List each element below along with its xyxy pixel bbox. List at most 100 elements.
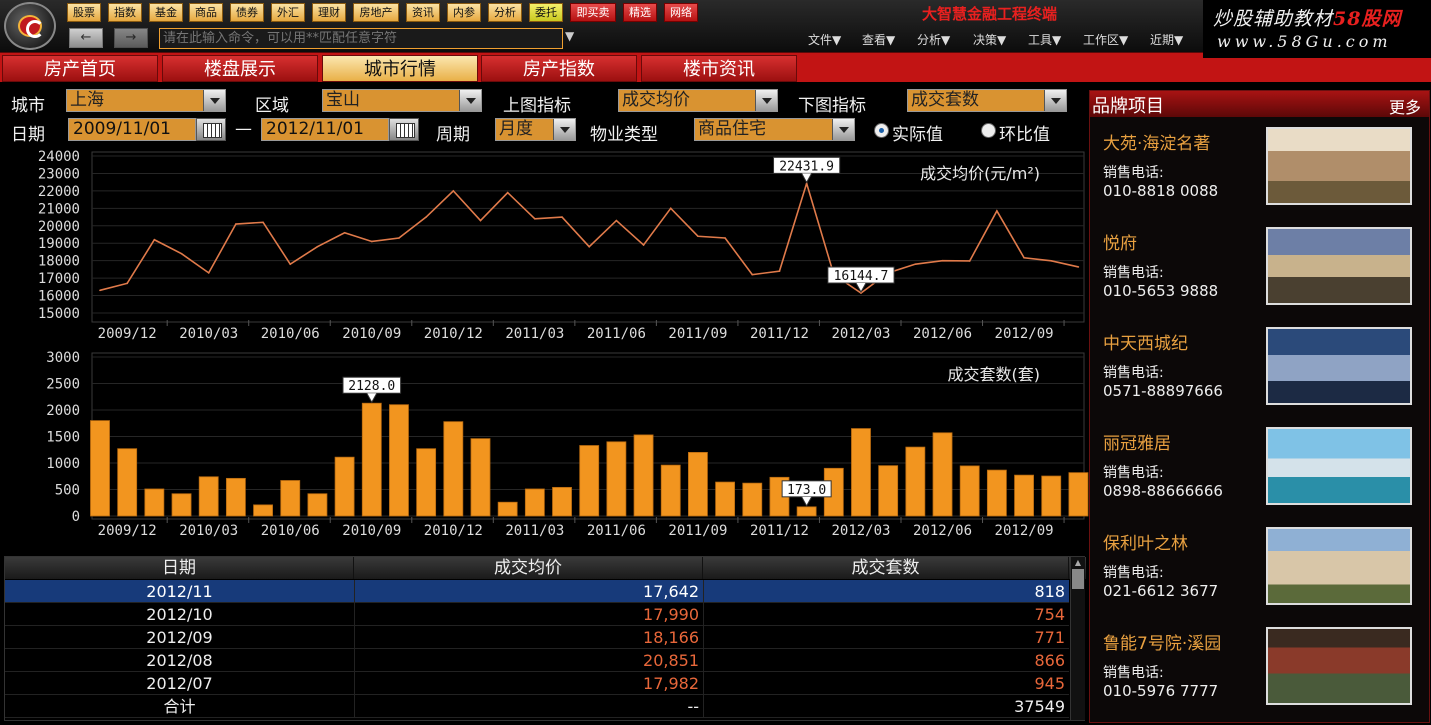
menu-file[interactable]: 文件▼: [808, 31, 841, 48]
menu-button-fund[interactable]: 基金: [149, 3, 183, 22]
project-name[interactable]: 保利叶之林: [1103, 529, 1188, 554]
menu-workspace[interactable]: 工作区▼: [1083, 31, 1128, 48]
chevron-down-icon[interactable]: [1044, 90, 1066, 111]
date-to-input[interactable]: 2012/11/01: [261, 118, 389, 141]
menu-button-forex[interactable]: 外汇: [271, 3, 305, 22]
chevron-down-icon[interactable]: [755, 90, 777, 111]
menu-button-news[interactable]: 资讯: [406, 3, 440, 22]
x-tick-label: 2010/12: [424, 523, 483, 539]
menu-recent[interactable]: 近期▼: [1150, 31, 1183, 48]
menu-button-stocks[interactable]: 股票: [67, 3, 101, 22]
project-image[interactable]: [1266, 327, 1412, 405]
project-item[interactable]: 保利叶之林 销售电话: 021-6612 3677: [1090, 525, 1429, 625]
table-row[interactable]: 2012/07 17,982 945: [5, 672, 1069, 695]
menu-button-trade[interactable]: 委托: [529, 3, 563, 22]
tab-realestate-index[interactable]: 房产指数: [481, 55, 637, 82]
calendar-icon[interactable]: [196, 118, 226, 141]
lower-indicator-select[interactable]: 成交套数: [907, 89, 1067, 112]
count-bar: [1068, 472, 1089, 517]
back-arrow-icon[interactable]: ←: [69, 28, 103, 48]
project-item[interactable]: 丽冠雅居 销售电话: 0898-88666666: [1090, 425, 1429, 525]
table-row[interactable]: 2012/08 20,851 866: [5, 649, 1069, 672]
menu-tools[interactable]: 工具▼: [1028, 31, 1061, 48]
x-tick-label: 2012/06: [913, 523, 972, 539]
project-name[interactable]: 鲁能7号院·溪园: [1103, 629, 1221, 654]
x-tick-label: 2010/03: [179, 326, 238, 342]
menu-view[interactable]: 查看▼: [862, 31, 895, 48]
project-image[interactable]: [1266, 527, 1412, 605]
forward-arrow-icon[interactable]: →: [114, 28, 148, 48]
count-bar: [715, 481, 736, 517]
menu-button-bond[interactable]: 债券: [230, 3, 264, 22]
phone-label: 销售电话:: [1103, 265, 1164, 281]
project-item[interactable]: 中天西城纪 销售电话: 0571-88897666: [1090, 325, 1429, 425]
menu-button-select[interactable]: 精选: [623, 3, 657, 22]
tab-market-news[interactable]: 楼市资讯: [641, 55, 797, 82]
chevron-down-icon[interactable]: [832, 119, 854, 140]
menu-button-network[interactable]: 网络: [664, 3, 698, 22]
city-select[interactable]: 上海: [66, 89, 226, 112]
menu-analysis[interactable]: 分析▼: [917, 31, 950, 48]
line-point: [968, 260, 971, 262]
annotation-label: 16144.7: [834, 269, 889, 284]
app-logo-icon[interactable]: [4, 2, 56, 50]
column-header-count[interactable]: 成交套数: [703, 557, 1069, 579]
chevron-down-icon[interactable]: [459, 90, 481, 111]
command-dropdown-icon[interactable]: ▼: [565, 29, 574, 43]
radio-mom-value[interactable]: [981, 123, 996, 138]
menu-button-insider[interactable]: 内参: [447, 3, 481, 22]
column-header-date[interactable]: 日期: [5, 557, 354, 579]
project-name[interactable]: 悦府: [1103, 229, 1137, 254]
tab-realestate-home[interactable]: 房产首页: [2, 55, 158, 82]
cell-date: 2012/09: [146, 628, 213, 647]
menu-button-commodity[interactable]: 商品: [189, 3, 223, 22]
menu-button-finance[interactable]: 理财: [312, 3, 346, 22]
menu-button-buy-sell[interactable]: 即买卖: [570, 3, 616, 22]
menu-decision[interactable]: 决策▼: [973, 31, 1006, 48]
menu-button-realestate[interactable]: 房地产: [353, 3, 399, 22]
table-row[interactable]: 2012/09 18,166 771: [5, 626, 1069, 649]
count-bar: [389, 404, 409, 517]
radio-actual-value[interactable]: [874, 123, 889, 138]
project-image[interactable]: [1266, 627, 1412, 705]
district-select[interactable]: 宝山: [322, 89, 482, 112]
scroll-up-icon[interactable]: ▲: [1072, 558, 1084, 568]
project-item[interactable]: 悦府 销售电话: 010-5653 9888: [1090, 225, 1429, 325]
table-row[interactable]: 2012/10 17,990 754: [5, 603, 1069, 626]
table-scrollbar[interactable]: ▲: [1070, 557, 1085, 720]
column-header-price[interactable]: 成交均价: [354, 557, 703, 579]
period-select[interactable]: 月度: [495, 118, 576, 141]
project-item[interactable]: 大苑·海淀名著 销售电话: 010-8818 0088: [1090, 125, 1429, 225]
project-image[interactable]: [1266, 427, 1412, 505]
table-row[interactable]: 2012/11 17,642 818: [5, 580, 1069, 603]
line-point: [479, 219, 482, 222]
x-tick-label: 2011/12: [750, 523, 809, 539]
tab-city-market[interactable]: 城市行情: [322, 55, 478, 82]
phone-number: 0571-88897666: [1103, 382, 1223, 400]
x-tick-label: 2011/12: [750, 326, 809, 342]
phone-label: 销售电话:: [1103, 665, 1164, 681]
count-bar: [117, 448, 138, 517]
calendar-icon[interactable]: [389, 118, 419, 141]
chevron-down-icon[interactable]: [203, 90, 225, 111]
project-name[interactable]: 大苑·海淀名著: [1103, 129, 1210, 154]
project-item[interactable]: 鲁能7号院·溪园 销售电话: 010-5976 7777: [1090, 625, 1429, 725]
chart-title: 成交均价(元/m²): [920, 164, 1040, 183]
tab-property-show[interactable]: 楼盘展示: [162, 55, 318, 82]
command-input[interactable]: [159, 28, 563, 49]
chevron-down-icon[interactable]: [553, 119, 575, 140]
line-point: [996, 210, 998, 212]
project-name[interactable]: 丽冠雅居: [1103, 429, 1171, 454]
menu-button-analysis[interactable]: 分析: [488, 3, 522, 22]
property-type-select[interactable]: 商品住宅: [694, 118, 855, 141]
menu-button-index[interactable]: 指数: [108, 3, 142, 22]
project-name[interactable]: 中天西城纪: [1103, 329, 1188, 354]
project-image[interactable]: [1266, 227, 1412, 305]
more-link[interactable]: 更多: [1389, 94, 1421, 118]
phone-label: 销售电话:: [1103, 565, 1164, 581]
project-image[interactable]: [1266, 127, 1412, 205]
scroll-thumb[interactable]: [1072, 569, 1084, 589]
count-bar: [796, 506, 817, 517]
upper-indicator-select[interactable]: 成交均价: [618, 89, 778, 112]
date-from-input[interactable]: 2009/11/01: [68, 118, 196, 141]
